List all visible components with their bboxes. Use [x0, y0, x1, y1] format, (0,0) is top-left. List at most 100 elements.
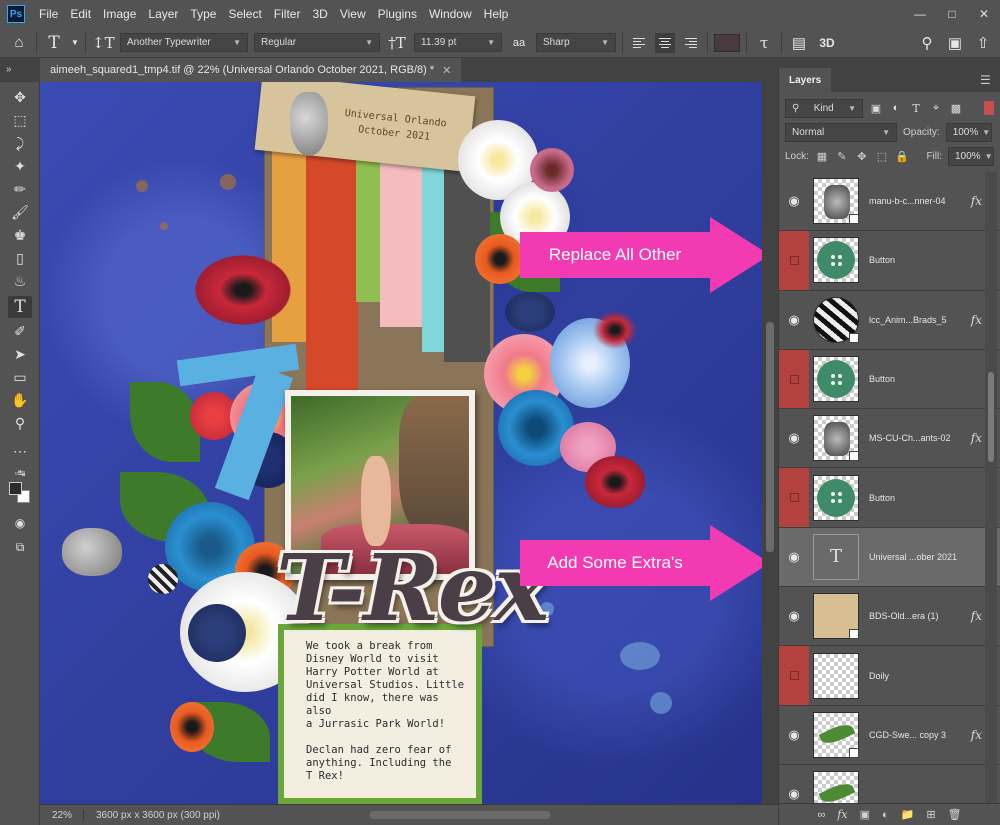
layer-thumbnail[interactable] [813, 711, 859, 758]
layer-row[interactable]: ◉lcc_Anim...Brads_5fx⌄ [779, 290, 1000, 350]
lock-pixels-icon[interactable]: ✎ [835, 150, 849, 163]
menu-filter[interactable]: Filter [268, 7, 307, 21]
menu-layer[interactable]: Layer [142, 7, 184, 21]
layer-effects-icon[interactable]: fx [971, 431, 982, 445]
fill-input[interactable]: 100% ▼ [948, 146, 994, 166]
marquee-tool-icon[interactable]: ⬚ [8, 109, 32, 131]
panel-menu-icon[interactable]: ☰ [980, 68, 1000, 92]
layer-thumbnail[interactable] [813, 652, 859, 699]
brush-tool-icon[interactable]: 🖌 [8, 201, 32, 223]
new-group-icon[interactable]: 📁 [901, 808, 915, 821]
restore-icon[interactable]: □ [936, 3, 968, 25]
menu-file[interactable]: File [33, 7, 64, 21]
screen-mode-icon[interactable]: ⧉ [8, 536, 32, 558]
layer-effects-icon[interactable]: fx [971, 313, 982, 327]
font-style-select[interactable]: Regular ▼ [254, 33, 380, 52]
eraser-tool-icon[interactable]: ▯ [8, 247, 32, 269]
layer-effects-icon[interactable]: fx [971, 728, 982, 742]
eyedropper-tool-icon[interactable]: ✏ [8, 178, 32, 200]
layer-name[interactable]: CGD-Swe... copy 3 [869, 730, 946, 740]
align-left-icon[interactable] [629, 33, 649, 53]
layer-row[interactable]: ◉MS-CU-Ch...ants-02fx⌄ [779, 409, 1000, 469]
magic-wand-tool-icon[interactable]: ✦ [8, 155, 32, 177]
layer-thumbnail[interactable] [813, 178, 859, 225]
adjustment-layer-icon[interactable]: ◐ [882, 809, 889, 821]
fill-tool-icon[interactable]: ♨ [8, 270, 32, 292]
document-canvas[interactable]: Universal Orlando October 2021 We took a… [40, 82, 762, 804]
layer-row[interactable]: ◉CGD-Swe... copy 3fx⌄ [779, 705, 1000, 765]
font-family-select[interactable]: Another Typewriter ▼ [120, 33, 248, 52]
3d-icon[interactable]: 3D [816, 36, 838, 50]
eye-visibility-icon[interactable]: ◉ [779, 765, 809, 803]
scrollbar-thumb[interactable] [766, 322, 774, 552]
blend-mode-select[interactable]: Normal ▼ [785, 122, 897, 142]
antialias-select[interactable]: Sharp ▼ [536, 33, 616, 52]
layer-thumbnail[interactable] [813, 771, 859, 803]
scrollbar-thumb[interactable] [988, 372, 994, 462]
layer-row[interactable]: ◉ T Universal ...ober 2021 [779, 527, 1000, 588]
type-tool-icon[interactable]: T [8, 296, 32, 318]
layer-thumbnail[interactable] [813, 237, 859, 284]
filter-toggle[interactable] [984, 101, 994, 115]
lock-position-icon[interactable]: ✥ [855, 150, 869, 163]
layer-effects-icon[interactable]: fx [971, 194, 982, 208]
layer-name[interactable]: Button [869, 374, 895, 384]
eye-visibility-icon[interactable]: ◉ [779, 409, 809, 467]
chevron-down-icon[interactable]: ▼ [71, 38, 79, 47]
warp-text-icon[interactable]: τ [753, 34, 775, 52]
type-tool-preset-icon[interactable]: T [43, 33, 65, 53]
eye-visibility-icon[interactable]: ◉ [779, 587, 809, 645]
stamp-tool-icon[interactable]: ♚ [8, 224, 32, 246]
menu-3d[interactable]: 3D [306, 7, 333, 21]
pen-tool-icon[interactable]: ✐ [8, 320, 32, 342]
type-filter-icon[interactable]: T [909, 101, 923, 115]
color-swatches[interactable] [8, 482, 32, 504]
toolbar-collapse-icon[interactable]: » [0, 58, 40, 82]
layer-thumbnail[interactable]: T [813, 533, 859, 580]
zoom-level[interactable]: 22% [40, 809, 84, 821]
menu-plugins[interactable]: Plugins [372, 7, 423, 21]
close-tab-icon[interactable]: ✕ [442, 64, 451, 77]
document-tab[interactable]: aimeeh_squared1_tmp4.tif @ 22% (Universa… [40, 58, 462, 82]
layer-style-icon[interactable]: fx [837, 808, 847, 821]
menu-image[interactable]: Image [97, 7, 142, 21]
menu-view[interactable]: View [334, 7, 372, 21]
layer-name[interactable]: manu-b-c...nner-04 [869, 196, 946, 206]
text-color-swatch[interactable] [714, 33, 740, 52]
layer-name[interactable]: MS-CU-Ch...ants-02 [869, 433, 951, 443]
layer-name[interactable]: BDS-Old...era (1) [869, 611, 939, 621]
filter-kind-select[interactable]: ⚲ Kind ▼ [785, 98, 863, 118]
vertical-scrollbar[interactable] [762, 82, 778, 804]
layer-row[interactable]: Button [779, 349, 1000, 410]
layer-thumbnail[interactable] [813, 474, 859, 521]
lock-all-icon[interactable]: 🔒 [895, 150, 909, 163]
hidden-visibility-toggle[interactable] [779, 468, 809, 527]
zoom-tool-icon[interactable]: ⚲ [8, 412, 32, 434]
add-mask-icon[interactable]: ▣ [860, 808, 870, 821]
share-icon[interactable]: ⇧ [972, 34, 994, 52]
layer-name[interactable]: Button [869, 493, 895, 503]
hidden-visibility-toggle[interactable] [779, 231, 809, 290]
eye-visibility-icon[interactable]: ◉ [779, 291, 809, 349]
workspace-icon[interactable]: ▣ [944, 34, 966, 52]
adjustment-filter-icon[interactable]: ◐ [889, 101, 903, 115]
layer-row[interactable]: ◉BDS-Old...era (1)fx⌄ [779, 587, 1000, 647]
opacity-input[interactable]: 100% ▼ [945, 122, 992, 142]
layers-tab[interactable]: Layers [779, 68, 832, 92]
layer-row[interactable]: Doily [779, 646, 1000, 706]
path-select-tool-icon[interactable]: ➤ [8, 343, 32, 365]
font-size-select[interactable]: 11.39 pt ▼ [414, 33, 502, 52]
lock-artboard-icon[interactable]: ⬚ [875, 150, 889, 163]
smart-object-filter-icon[interactable]: ▩ [949, 101, 963, 115]
eye-visibility-icon[interactable]: ◉ [779, 172, 809, 230]
character-panel-icon[interactable]: ▤ [788, 34, 810, 52]
eye-visibility-icon[interactable]: ◉ [779, 528, 809, 586]
new-layer-icon[interactable]: ⊞ [926, 808, 935, 821]
menu-window[interactable]: Window [423, 7, 478, 21]
layer-row[interactable]: Button [779, 231, 1000, 291]
layer-effects-icon[interactable]: fx [971, 609, 982, 623]
close-icon[interactable]: ✕ [968, 3, 1000, 25]
layer-name[interactable]: Doily [869, 671, 889, 681]
layer-row[interactable]: Button [779, 468, 1000, 528]
search-icon[interactable]: ⚲ [916, 34, 938, 52]
